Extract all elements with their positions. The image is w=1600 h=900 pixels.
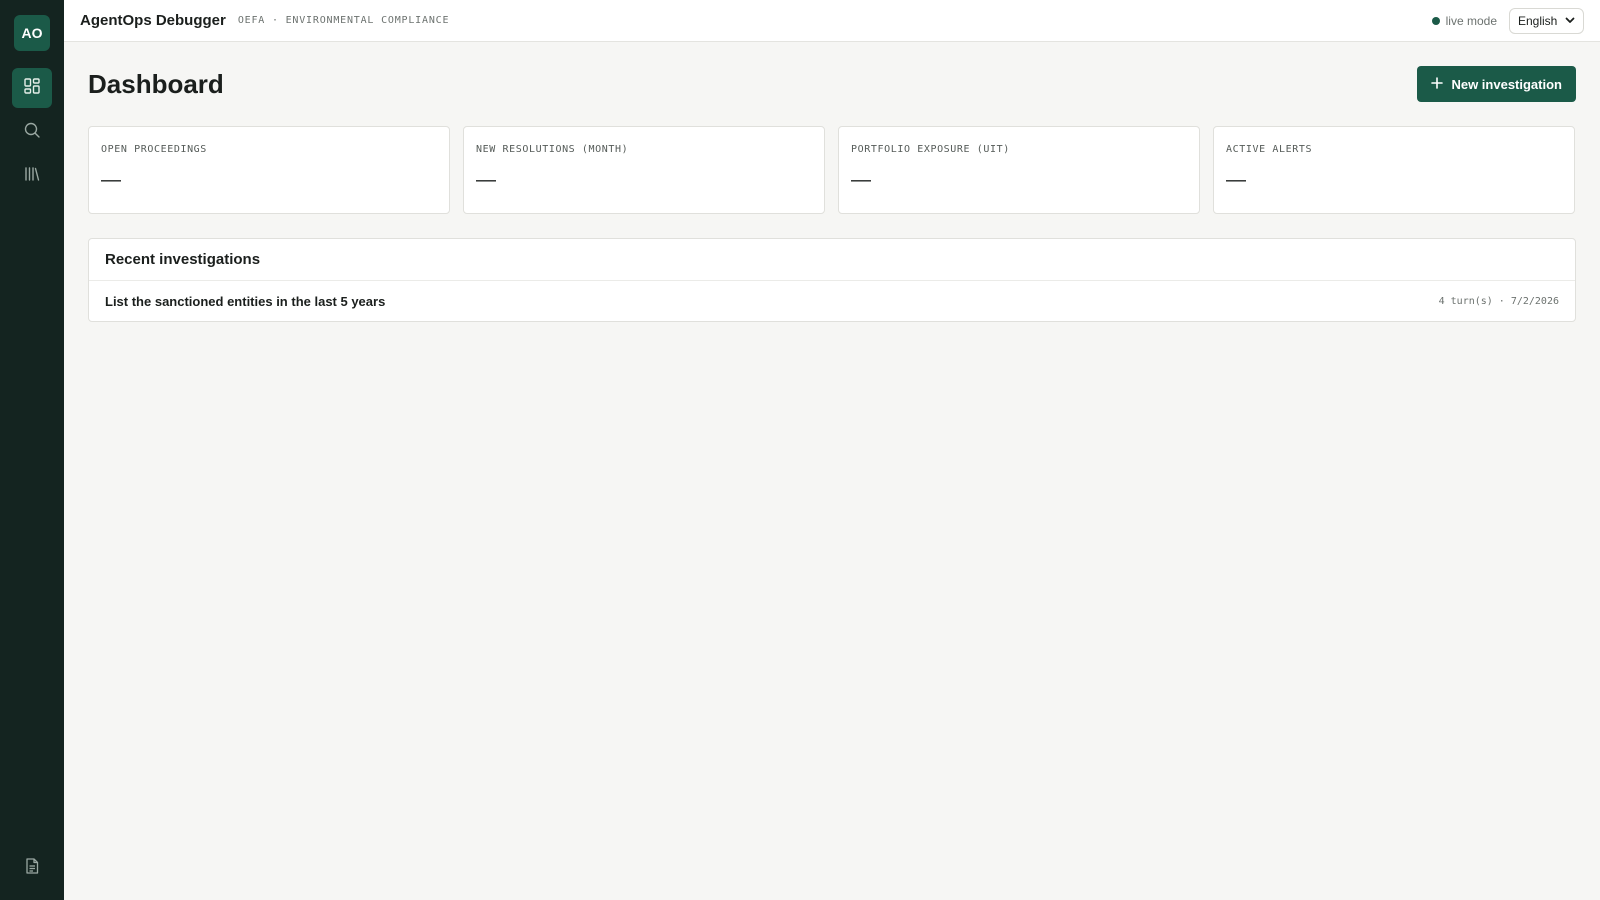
stat-label: ACTIVE ALERTS bbox=[1226, 144, 1313, 155]
stat-label: NEW RESOLUTIONS (MONTH) bbox=[476, 144, 629, 155]
main-content: Dashboard New investigation OPEN PROCEED… bbox=[88, 42, 1576, 322]
recent-investigations-title: Recent investigations bbox=[89, 239, 1575, 281]
page-header: Dashboard New investigation bbox=[88, 42, 1576, 126]
stat-value: — bbox=[1226, 169, 1246, 191]
new-investigation-button[interactable]: New investigation bbox=[1417, 66, 1576, 102]
stat-card-open-proceedings: OPEN PROCEEDINGS — bbox=[88, 126, 450, 214]
top-bar: AgentOps Debugger OEFA · ENVIRONMENTAL C… bbox=[64, 0, 1600, 42]
language-select[interactable]: English bbox=[1509, 7, 1584, 34]
sidebar-item-dashboard[interactable] bbox=[12, 68, 52, 108]
dashboard-icon bbox=[23, 77, 41, 100]
stat-value: — bbox=[851, 169, 871, 191]
list-item[interactable]: List the sanctioned entities in the last… bbox=[89, 281, 1575, 321]
sidebar-item-docs[interactable] bbox=[12, 848, 52, 888]
live-status-dot bbox=[1431, 16, 1440, 25]
library-icon bbox=[23, 165, 41, 188]
sidebar-item-library[interactable] bbox=[12, 156, 52, 196]
plus-icon bbox=[1431, 76, 1444, 92]
investigation-turns: 4 turn(s) bbox=[1438, 295, 1493, 307]
page-title: Dashboard bbox=[88, 68, 224, 99]
stat-card-new-resolutions: NEW RESOLUTIONS (MONTH) — bbox=[463, 126, 825, 214]
sidebar-item-search[interactable] bbox=[12, 112, 52, 152]
stat-value: — bbox=[476, 169, 496, 191]
stat-label: PORTFOLIO EXPOSURE (UIT) bbox=[851, 144, 1010, 155]
new-investigation-label: New investigation bbox=[1451, 76, 1562, 92]
stats-row: OPEN PROCEEDINGS — NEW RESOLUTIONS (MONT… bbox=[88, 126, 1576, 214]
meta-separator: · bbox=[1498, 295, 1505, 307]
investigation-meta: 4 turn(s) · 7/2/2026 bbox=[1439, 296, 1559, 307]
sidebar: AO bbox=[0, 0, 64, 900]
investigation-date: 7/2/2026 bbox=[1510, 295, 1559, 307]
stat-label: OPEN PROCEEDINGS bbox=[101, 144, 207, 155]
recent-investigations-panel: Recent investigations List the sanctione… bbox=[88, 238, 1576, 322]
language-select-value: English bbox=[1518, 13, 1558, 28]
app-title: AgentOps Debugger bbox=[80, 12, 226, 29]
chevron-down-icon bbox=[1565, 14, 1575, 28]
search-icon bbox=[23, 121, 41, 144]
app-subtitle: OEFA · ENVIRONMENTAL COMPLIANCE bbox=[237, 15, 450, 26]
topbar-right: live mode English bbox=[1431, 7, 1584, 34]
app-logo: AO bbox=[14, 15, 50, 51]
stat-value: — bbox=[101, 169, 121, 191]
stat-card-active-alerts: ACTIVE ALERTS — bbox=[1213, 126, 1575, 214]
stat-card-portfolio-exposure: PORTFOLIO EXPOSURE (UIT) — bbox=[838, 126, 1200, 214]
investigation-title: List the sanctioned entities in the last… bbox=[105, 293, 386, 309]
document-icon bbox=[23, 857, 41, 880]
live-mode-label: live mode bbox=[1445, 13, 1497, 28]
